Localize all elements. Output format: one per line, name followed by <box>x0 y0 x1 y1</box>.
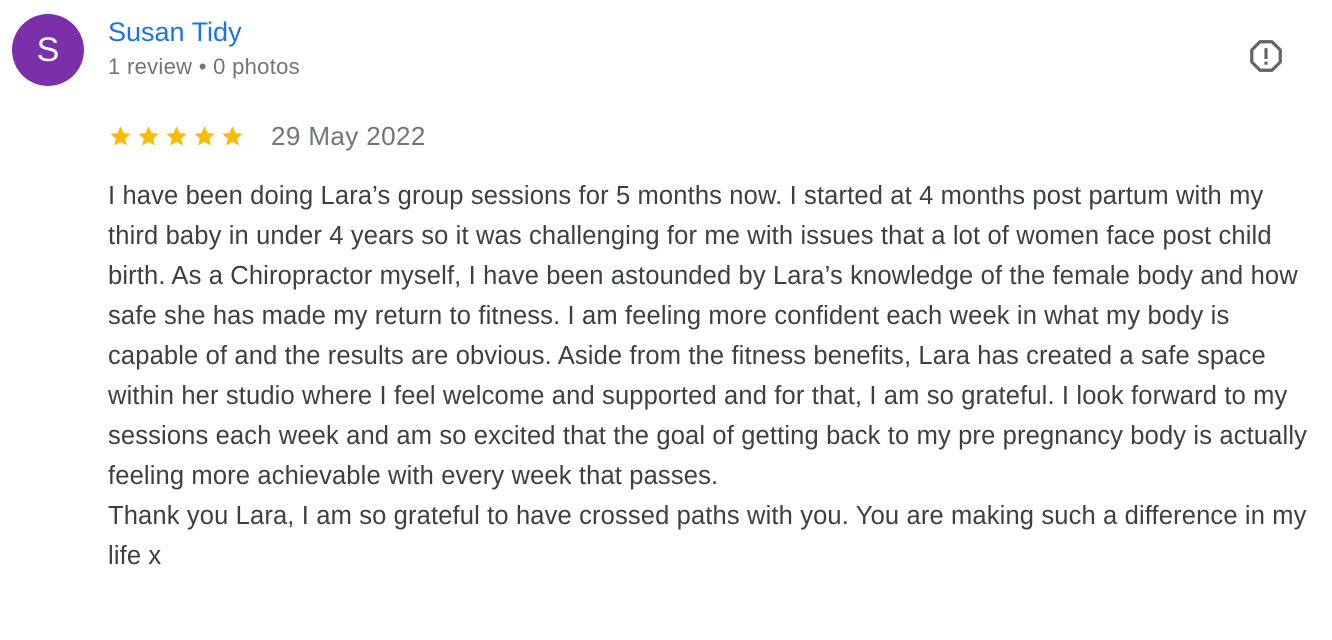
author-meta: 1 review • 0 photos <box>108 54 300 79</box>
review-paragraph: I have been doing Lara’s group sessions … <box>108 182 1308 490</box>
review-text: I have been doing Lara’s group sessions … <box>108 176 1313 576</box>
star-icon <box>138 125 159 146</box>
review-date: 29 May 2022 <box>271 121 426 151</box>
star-icon <box>166 125 187 146</box>
review-card: S Susan Tidy 1 review • 0 photos 29 May … <box>0 0 1332 640</box>
author-block: Susan Tidy 1 review • 0 photos <box>108 15 300 82</box>
star-icon <box>110 125 131 146</box>
star-rating <box>108 124 245 149</box>
rating-row: 29 May 2022 <box>108 118 426 154</box>
star-icon <box>222 125 243 146</box>
report-button[interactable] <box>1244 34 1288 78</box>
author-name-link[interactable]: Susan Tidy <box>108 15 300 49</box>
report-flag-icon <box>1250 40 1282 72</box>
avatar[interactable]: S <box>12 14 84 86</box>
star-icon <box>194 125 215 146</box>
review-paragraph: Thank you Lara, I am so grateful to have… <box>108 502 1307 570</box>
